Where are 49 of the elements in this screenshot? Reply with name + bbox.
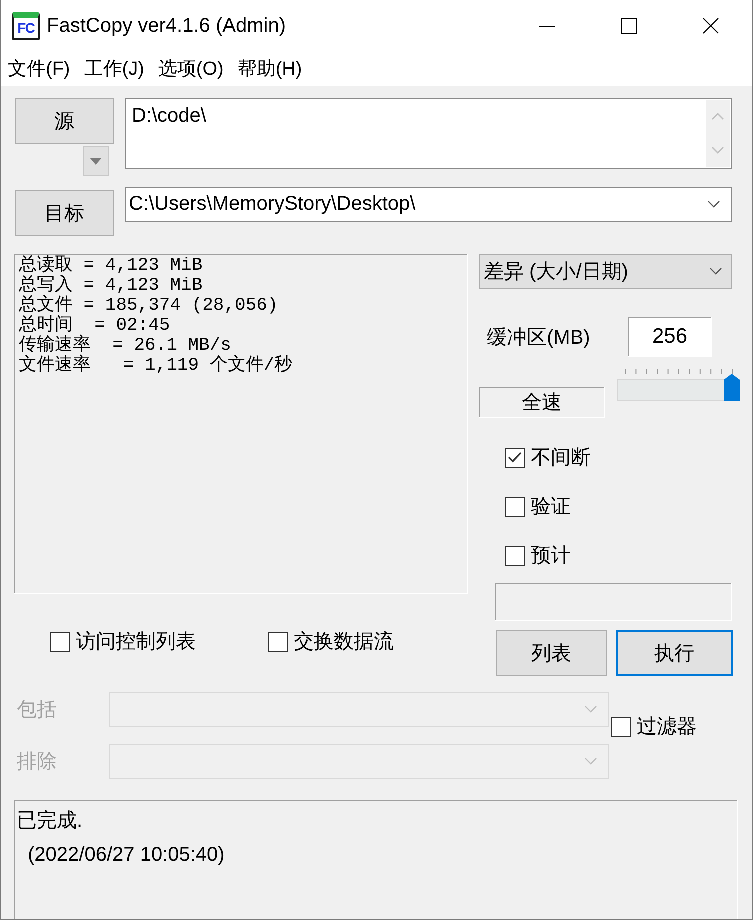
speed-readout: 全速 — [479, 387, 605, 418]
close-icon — [703, 18, 719, 34]
menu-item[interactable]: 文件(F) — [8, 56, 70, 82]
checkbox-label[interactable]: 交换数据流 — [294, 628, 394, 655]
chevron-down-icon — [585, 758, 597, 765]
filter-label: 排除 — [17, 750, 58, 775]
status-text: 已完成. — [17, 809, 83, 834]
checkbox[interactable] — [505, 546, 525, 566]
chevron-down-icon — [585, 706, 597, 713]
menu-item[interactable]: 帮助(H) — [238, 56, 302, 82]
menu-item[interactable]: 选项(O) — [158, 56, 224, 82]
stats-line: 传输速率 = 26.1 MB/s — [19, 336, 232, 356]
checkbox-label[interactable]: 验证 — [531, 493, 571, 520]
checkbox-label[interactable]: 预计 — [531, 542, 571, 569]
chevron-down-icon — [708, 201, 720, 208]
target-button[interactable]: 目标 — [15, 190, 114, 236]
buffer-size-label: 缓冲区(MB) — [487, 326, 592, 350]
maximize-icon — [621, 18, 637, 34]
chevron-down-icon — [710, 268, 722, 275]
buffer-size-field[interactable]: 256 — [628, 317, 712, 357]
stats-line: 文件速率 = 1,119 个文件/秒 — [19, 356, 294, 376]
source-path-field[interactable]: D:\code\ — [125, 98, 732, 169]
slider-thumb[interactable] — [724, 374, 740, 401]
source-button[interactable]: 源 — [15, 98, 114, 144]
checkbox[interactable] — [268, 632, 288, 652]
checkbox-label[interactable]: 不间断 — [531, 444, 591, 471]
menu-item[interactable]: 工作(J) — [84, 56, 144, 82]
triangle-down-icon — [90, 158, 102, 164]
checkbox[interactable] — [50, 632, 70, 652]
stats-line: 总文件 = 185,374 (28,056) — [19, 296, 280, 316]
action-button[interactable]: 列表 — [496, 630, 607, 676]
slider-track[interactable] — [617, 374, 740, 401]
check-icon — [508, 452, 522, 463]
filter-label: 包括 — [17, 698, 58, 723]
app-logo: FC — [12, 12, 40, 40]
checkbox-label[interactable]: 过滤器 — [637, 713, 697, 740]
action-button[interactable]: 执行 — [616, 630, 733, 676]
checkbox[interactable] — [611, 716, 631, 736]
stats-line: 总时间 = 02:45 — [19, 316, 172, 336]
history-dropdown-button[interactable] — [83, 146, 109, 176]
checkbox[interactable] — [505, 448, 525, 468]
target-path-combobox[interactable]: C:\Users\MemoryStory\Desktop\ — [125, 187, 732, 222]
stats-line: 总读取 = 4,123 MiB — [19, 256, 204, 276]
stats-line: 总写入 = 4,123 MiB — [19, 276, 204, 296]
status-text: (2022/06/27 10:05:40) — [28, 843, 225, 868]
mode-dropdown[interactable]: 差异 (大小/日期) — [479, 254, 732, 289]
checkbox-label[interactable]: 访问控制列表 — [76, 628, 196, 655]
window-title: FastCopy ver4.1.6 (Admin) — [47, 14, 287, 38]
checkbox[interactable] — [505, 496, 525, 516]
